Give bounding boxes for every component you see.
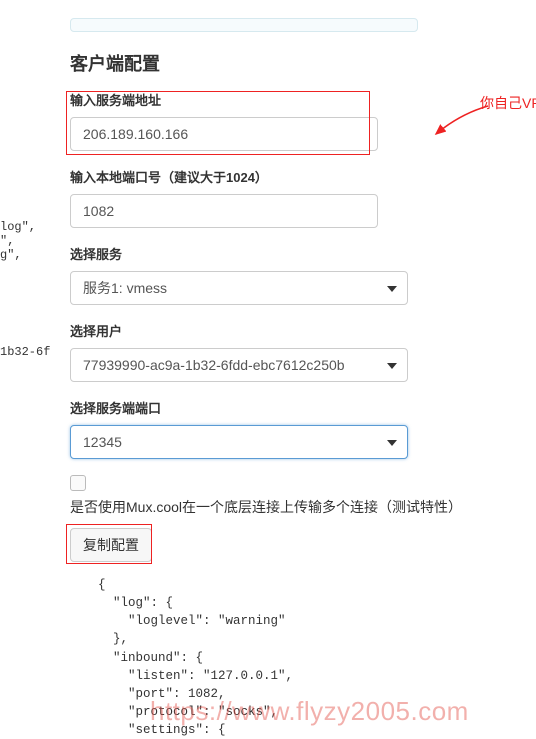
offscreen-code-fragment-mid: 1b32-6f <box>0 345 50 359</box>
panel-top-border <box>70 18 418 32</box>
mux-checkbox[interactable] <box>70 475 86 491</box>
page-title: 客户端配置 <box>70 50 490 76</box>
user-select[interactable]: 77939990-ac9a-1b32-6fdd-ebc7612c250b <box>70 348 408 382</box>
client-config-panel: 客户端配置 你自己VPS的IP 输入服务端地址 输入本地端口号（建议大于1024… <box>70 18 490 739</box>
offscreen-code-fragment-top: log", ", g", <box>0 220 36 262</box>
server-port-select-value: 12345 <box>83 434 122 450</box>
server-port-select[interactable]: 12345 <box>70 425 408 459</box>
server-port-label: 选择服务端端口 <box>70 398 490 417</box>
caret-down-icon <box>387 363 397 369</box>
user-label: 选择用户 <box>70 321 490 340</box>
user-select-value: 77939990-ac9a-1b32-6fdd-ebc7612c250b <box>83 357 345 373</box>
local-port-input[interactable] <box>70 194 378 228</box>
service-label: 选择服务 <box>70 244 490 263</box>
local-port-label: 输入本地端口号（建议大于1024） <box>70 167 490 186</box>
mux-checkbox-label: 是否使用Mux.cool在一个底层连接上传输多个连接（测试特性） <box>70 497 490 518</box>
caret-down-icon <box>387 286 397 292</box>
server-address-input[interactable] <box>70 117 378 151</box>
copy-config-button[interactable]: 复制配置 <box>70 528 152 562</box>
service-select-value: 服务1: vmess <box>83 278 167 298</box>
service-select[interactable]: 服务1: vmess <box>70 271 408 305</box>
watermark-text: https://www.flyzy2005.com <box>150 696 469 727</box>
caret-down-icon <box>387 440 397 446</box>
server-address-label: 输入服务端地址 <box>70 90 490 109</box>
